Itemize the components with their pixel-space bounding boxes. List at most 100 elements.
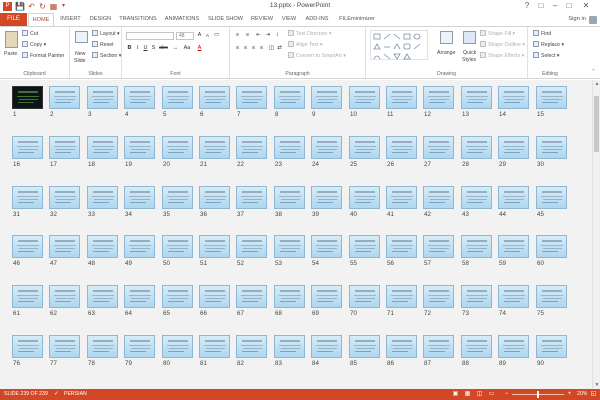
tab-fileminimizer[interactable]: FILEminimizer [335,13,379,26]
tab-insert[interactable]: INSERT [57,13,84,26]
slide-thumbnail[interactable] [536,186,567,209]
slide-thumbnail[interactable] [162,186,193,209]
slide-thumbnail[interactable] [162,86,193,109]
slide-thumbnail[interactable] [12,235,43,258]
slide-thumbnail[interactable] [199,186,230,209]
tab-add-ins[interactable]: ADD-INS [303,13,331,26]
slide-thumbnail[interactable] [124,86,155,109]
slide-thumbnail[interactable] [199,136,230,159]
slide-thumbnail[interactable] [87,86,118,109]
slide-thumbnail[interactable] [536,335,567,358]
slide-count-status[interactable]: SLIDE 239 OF 239 [4,389,48,400]
text-direction-button[interactable]: Text Direction ▾ [288,30,331,38]
slide-thumbnail[interactable] [124,186,155,209]
new-slide-icon[interactable] [75,31,88,43]
justify-icon[interactable]: ≡ [258,45,265,52]
shape-effects-button[interactable]: Shape Effects ▾ [480,52,524,60]
format-painter-button[interactable]: Format Painter [22,52,64,60]
slide-thumbnail[interactable] [311,86,342,109]
slide-thumbnail[interactable] [87,235,118,258]
help-button[interactable]: ? [521,1,533,11]
slide-thumbnail[interactable] [461,285,492,308]
copy-button[interactable]: Copy ▾ [22,41,46,49]
slide-thumbnail[interactable] [461,136,492,159]
scroll-thumb[interactable] [594,96,599,152]
arrange-icon[interactable] [440,31,453,44]
shapes-gallery[interactable] [370,30,428,60]
tab-animations[interactable]: ANIMATIONS [162,13,202,26]
zoom-slider-thumb[interactable] [537,391,539,398]
slide-thumbnail[interactable] [124,136,155,159]
align-left-icon[interactable]: ≡ [234,45,241,52]
slide-thumbnail[interactable] [87,335,118,358]
rtl-icon[interactable]: ⇄ [276,45,283,52]
slide-thumbnail[interactable] [423,136,454,159]
tab-review[interactable]: REVIEW [249,13,275,26]
slide-thumbnail[interactable] [498,136,529,159]
slide-thumbnail[interactable] [423,235,454,258]
slide-thumbnail[interactable] [498,235,529,258]
vertical-scrollbar[interactable]: ▲ ▼ [592,80,600,389]
zoom-level[interactable]: 20% [577,389,587,400]
zoom-out-button[interactable]: − [503,391,510,398]
slide-thumbnail[interactable] [498,335,529,358]
slide-thumbnail[interactable] [498,186,529,209]
replace-button[interactable]: Replace ▾ [533,41,564,49]
slide-thumbnail[interactable] [274,86,305,109]
underline-button[interactable]: U [142,45,149,52]
slide-thumbnail[interactable] [49,285,80,308]
select-button[interactable]: Select ▾ [533,52,559,60]
slide-thumbnail[interactable] [386,136,417,159]
slide-thumbnail[interactable] [386,86,417,109]
slide-thumbnail[interactable] [199,285,230,308]
slide-thumbnail[interactable] [536,136,567,159]
slide-thumbnail[interactable] [498,86,529,109]
scroll-up-arrow-icon[interactable]: ▲ [593,80,600,88]
numbering-icon[interactable]: ≡ [244,32,251,39]
slide-thumbnail[interactable] [162,335,193,358]
slide-thumbnail[interactable] [423,335,454,358]
slide-thumbnail[interactable] [49,86,80,109]
slide-thumbnail[interactable] [423,285,454,308]
grow-font-button[interactable]: A [196,32,203,39]
slide-thumbnail[interactable] [162,235,193,258]
char-spacing-icon[interactable]: ↔ [172,45,179,52]
slide-thumbnail[interactable] [311,136,342,159]
tab-design[interactable]: DESIGN [87,13,114,26]
slide-thumbnail[interactable] [423,186,454,209]
slide-thumbnail[interactable] [349,235,380,258]
slide-thumbnail[interactable] [311,285,342,308]
slide-thumbnail[interactable] [12,335,43,358]
slide-thumbnail[interactable] [124,285,155,308]
slideshow-view-icon[interactable]: ▭ [488,391,495,398]
shape-outline-button[interactable]: Shape Outline ▾ [480,41,525,49]
slide-thumbnail[interactable] [386,335,417,358]
slide-thumbnail[interactable] [423,86,454,109]
reading-view-icon[interactable]: ◫ [476,391,483,398]
user-avatar[interactable] [589,16,597,24]
bullets-icon[interactable]: ≡ [234,32,241,39]
font-size-combo[interactable]: 48 [176,32,194,40]
slide-thumbnail[interactable] [162,136,193,159]
find-button[interactable]: Find [533,30,551,38]
slide-thumbnail[interactable] [386,235,417,258]
slide-thumbnail[interactable] [349,136,380,159]
slide-thumbnail[interactable] [199,235,230,258]
strikethrough-button[interactable]: abc [158,45,169,52]
section-button[interactable]: Section ▾ [92,52,121,60]
ribbon-display-options-button[interactable]: □ [535,1,547,11]
font-color-button[interactable]: A [196,45,203,52]
collapse-ribbon-icon[interactable]: ⌃ [590,69,597,76]
sign-in-link[interactable]: Sign in [568,13,586,26]
slide-thumbnail[interactable] [498,285,529,308]
minimize-button[interactable]: – [549,1,561,11]
scroll-down-arrow-icon[interactable]: ▼ [593,381,600,389]
slide-thumbnail[interactable] [199,86,230,109]
slide-thumbnail[interactable] [274,186,305,209]
shadow-button[interactable]: S [150,45,157,52]
slide-thumbnail[interactable] [236,86,267,109]
tab-file[interactable]: FILE [0,13,27,26]
fit-to-window-icon[interactable]: ◱ [590,391,597,398]
slide-thumbnail[interactable] [12,86,43,109]
align-right-icon[interactable]: ≡ [250,45,257,52]
